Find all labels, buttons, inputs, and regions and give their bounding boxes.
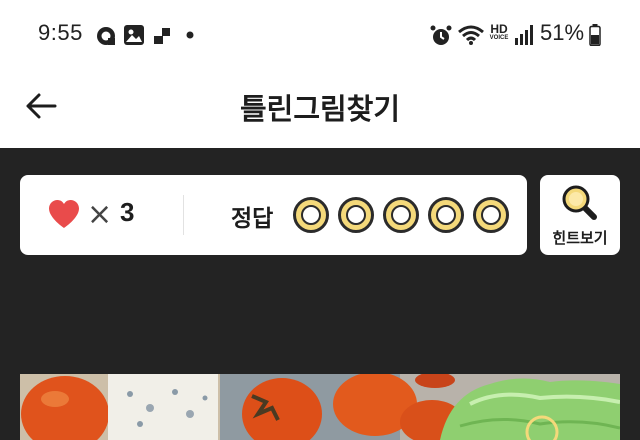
battery-icon <box>589 24 601 46</box>
wifi-icon <box>458 25 484 45</box>
app-header: 틀린그림찾기 <box>0 68 640 148</box>
answer-slot-3 <box>383 197 419 233</box>
lives-count: 3 <box>120 197 135 227</box>
gallery-icon <box>124 25 144 45</box>
score-card: × 3 정답 <box>20 175 527 255</box>
heart-icon <box>49 200 79 228</box>
battery-percent: 51% <box>540 20 585 45</box>
status-bar: 9:55 HD VOICE 51% <box>0 0 640 68</box>
divider <box>183 195 184 235</box>
app-icon <box>154 28 170 44</box>
answer-slot-4 <box>428 197 464 233</box>
game-area: × 3 정답 힌트보기 <box>0 148 640 440</box>
signal-icon <box>515 25 533 45</box>
answer-slots <box>293 197 509 233</box>
hint-button[interactable]: 힌트보기 <box>540 175 620 255</box>
hd-voice-icon: HD VOICE <box>489 22 509 41</box>
status-time: 9:55 <box>38 20 83 45</box>
magnifier-icon <box>562 185 597 220</box>
answer-slot-2 <box>338 197 374 233</box>
multiply-symbol: × <box>87 197 113 232</box>
page-title: 틀린그림찾기 <box>239 92 401 126</box>
hint-label: 힌트보기 <box>552 229 608 247</box>
answer-slot-5 <box>473 197 509 233</box>
alarm-icon <box>430 25 452 45</box>
notification-icon <box>97 27 115 45</box>
answer-slot-1 <box>293 197 329 233</box>
puzzle-image[interactable] <box>20 374 620 440</box>
answer-label: 정답 <box>231 206 274 232</box>
dot-icon <box>186 31 194 39</box>
